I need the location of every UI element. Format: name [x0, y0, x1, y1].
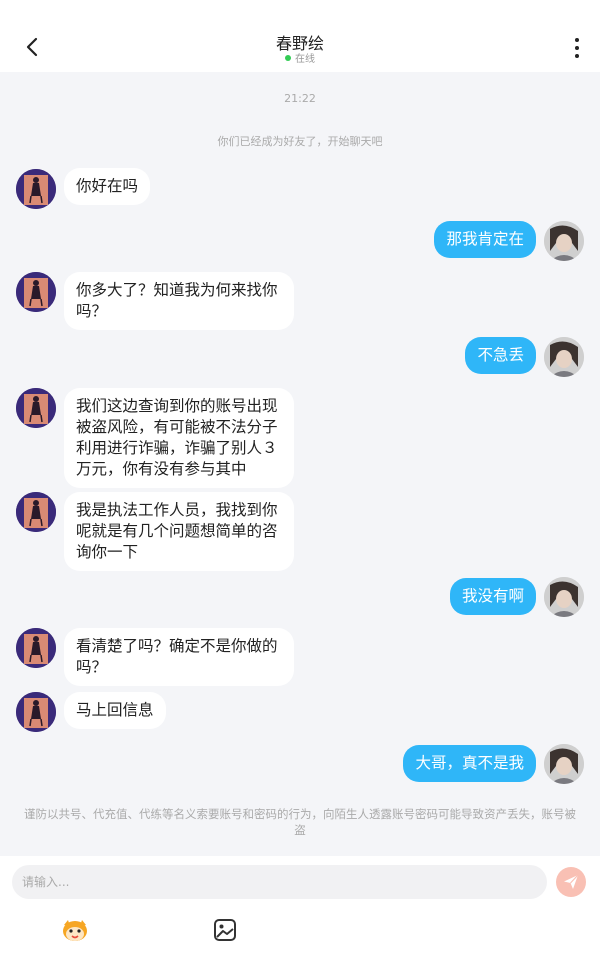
- user-avatar[interactable]: [544, 221, 584, 261]
- incoming-message[interactable]: 看清楚了吗？确定不是你做的吗？: [64, 628, 294, 686]
- system-note: 你们已经成为好友了，开始聊天吧: [217, 135, 383, 148]
- user-avatar-image: [544, 221, 584, 261]
- image-icon: [214, 919, 236, 941]
- sticker-button[interactable]: [60, 916, 90, 944]
- image-button[interactable]: [213, 918, 237, 942]
- contact-avatar[interactable]: [16, 169, 56, 209]
- chat-header: 春野绘 在线: [0, 0, 600, 72]
- user-avatar[interactable]: [544, 577, 584, 617]
- incoming-message[interactable]: 你好在吗: [64, 168, 151, 205]
- outgoing-message[interactable]: 那我肯定在: [434, 221, 536, 258]
- user-avatar-image: [544, 577, 584, 617]
- contact-avatar-image: [16, 492, 56, 532]
- more-dot-icon: [575, 46, 579, 50]
- more-options-button[interactable]: [566, 36, 588, 60]
- more-dot-icon: [575, 38, 579, 42]
- contact-avatar-image: [16, 169, 56, 209]
- online-status: 在线: [0, 50, 600, 65]
- incoming-message[interactable]: 我是执法工作人员，我找到你呢就是有几个问题想简单的咨询你一下: [64, 492, 294, 571]
- user-avatar-image: [544, 337, 584, 377]
- incoming-message[interactable]: 我们这边查询到你的账号出现被盗风险，有可能被不法分子利用进行诈骗，诈骗了别人３万…: [64, 388, 294, 488]
- contact-avatar[interactable]: [16, 388, 56, 428]
- send-icon: [564, 874, 579, 889]
- user-avatar-image: [544, 744, 584, 784]
- user-avatar[interactable]: [544, 744, 584, 784]
- online-status-label: 在线: [295, 54, 315, 65]
- contact-avatar[interactable]: [16, 628, 56, 668]
- online-dot-icon: [285, 55, 291, 61]
- message-input-wrapper[interactable]: [12, 865, 547, 899]
- contact-avatar-image: [16, 272, 56, 312]
- security-warning: 谨防以共号、代充值、代练等名义索要账号和密码的行为，向陌生人透露账号密码可能导致…: [24, 807, 576, 837]
- incoming-message[interactable]: 马上回信息: [64, 692, 166, 729]
- outgoing-message[interactable]: 我没有啊: [449, 578, 536, 615]
- outgoing-message[interactable]: 不急丢: [465, 337, 536, 374]
- incoming-message[interactable]: 你多大了？知道我为何来找你吗？: [64, 272, 294, 330]
- user-avatar[interactable]: [544, 337, 584, 377]
- contact-avatar[interactable]: [16, 492, 56, 532]
- contact-avatar-image: [16, 692, 56, 732]
- sticker-icon: [63, 920, 87, 941]
- message-input[interactable]: [12, 865, 547, 899]
- contact-avatar[interactable]: [16, 692, 56, 732]
- message-composer: [0, 856, 600, 960]
- outgoing-message[interactable]: 大哥，真不是我: [403, 745, 536, 782]
- contact-avatar-image: [16, 388, 56, 428]
- chat-timestamp: 21:22: [284, 92, 316, 105]
- contact-avatar[interactable]: [16, 272, 56, 312]
- more-dot-icon: [575, 54, 579, 58]
- send-button[interactable]: [556, 867, 586, 897]
- contact-avatar-image: [16, 628, 56, 668]
